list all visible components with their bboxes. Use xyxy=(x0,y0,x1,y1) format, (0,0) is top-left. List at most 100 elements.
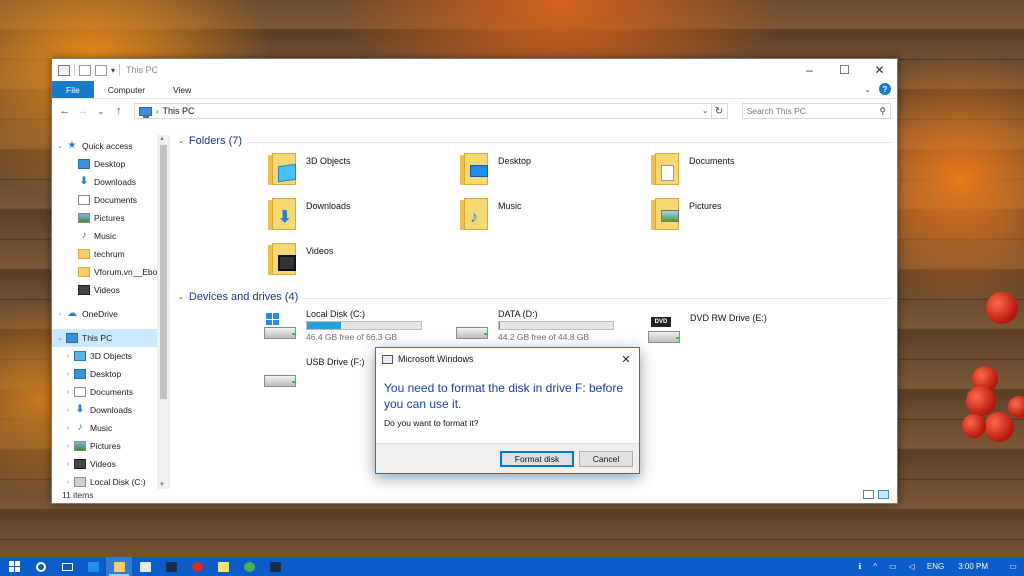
sidebar-item-label: techrum xyxy=(94,249,125,259)
people-icon[interactable]: ℹ xyxy=(852,562,867,571)
taskbar-app-file-explorer[interactable] xyxy=(106,557,132,576)
sidebar-item-documents[interactable]: › Documents xyxy=(52,383,170,401)
search-box[interactable]: Search This PC ⚲ xyxy=(741,103,892,119)
expand-chevron-icon[interactable]: ⌄ xyxy=(54,334,66,342)
berry-decoration xyxy=(984,412,1014,442)
taskbar-app-store[interactable] xyxy=(132,557,158,576)
sidebar-item-music[interactable]: ♪ Music xyxy=(52,227,170,245)
collapse-chevron-icon[interactable]: ⌄ xyxy=(178,293,184,301)
drive-info: Local Disk (C:) 46.4 GB free of 66.3 GB xyxy=(306,309,422,342)
maximize-button[interactable]: ☐ xyxy=(827,59,862,81)
sidebar-item-downloads[interactable]: ⬇Downloads⊥ xyxy=(52,173,170,191)
sidebar-item-pictures[interactable]: Pictures⊥ xyxy=(52,209,170,227)
folder-tile-videos[interactable]: Videos xyxy=(268,243,333,275)
drive-tile-dvd[interactable]: DVD DVD RW Drive (E:) xyxy=(648,313,767,343)
sidebar-item-desktop[interactable]: › Desktop xyxy=(52,365,170,383)
up-button[interactable]: ↑ xyxy=(112,105,126,117)
cancel-button[interactable]: Cancel xyxy=(579,451,633,467)
sidebar-item-quick-access[interactable]: ⌄ ★ Quick access xyxy=(52,137,170,155)
sidebar-item-3d-objects[interactable]: › 3D Objects xyxy=(52,347,170,365)
folder-tile-documents[interactable]: Documents xyxy=(651,153,735,185)
expand-chevron-icon[interactable]: › xyxy=(62,407,74,414)
network-icon[interactable]: ▭ xyxy=(883,562,903,571)
action-center-icon[interactable]: ▭ xyxy=(1002,562,1024,571)
sidebar-item-techrum[interactable]: techrum xyxy=(52,245,170,263)
volume-icon[interactable]: ◁ xyxy=(903,562,921,571)
sidebar-item-desktop[interactable]: Desktop⊥ xyxy=(52,155,170,173)
customize-toolbar-chevron-icon[interactable]: ▾ xyxy=(111,66,115,75)
breadcrumb-this-pc[interactable]: This PC xyxy=(162,106,194,116)
sidebar-item-vforum-vn-ebo[interactable]: Vforum.vn__Ebo xyxy=(52,263,170,281)
sidebar-item-music[interactable]: › ♪ Music xyxy=(52,419,170,437)
sidebar-item-pictures[interactable]: › Pictures xyxy=(52,437,170,455)
sidebar-item-label: This PC xyxy=(82,333,113,343)
language-indicator[interactable]: ENG xyxy=(921,562,950,571)
expand-chevron-icon[interactable]: ⌄ xyxy=(54,142,66,150)
taskbar-app-edge[interactable] xyxy=(80,557,106,576)
expand-chevron-icon[interactable]: › xyxy=(62,461,74,468)
sidebar-item-this-pc[interactable]: ⌄ This PC xyxy=(52,329,170,347)
expand-chevron-icon[interactable]: › xyxy=(62,443,74,450)
format-disk-button[interactable]: Format disk xyxy=(500,451,574,467)
expand-chevron-icon[interactable]: › xyxy=(62,353,74,360)
sidebar-item-documents[interactable]: Documents⊥ xyxy=(52,191,170,209)
dialog-close-button[interactable]: ✕ xyxy=(613,348,639,370)
folder-tile-3d-objects[interactable]: 3D Objects xyxy=(268,153,351,185)
address-history-chevron-icon[interactable]: ⌄ xyxy=(702,106,709,115)
forward-button[interactable]: → xyxy=(76,105,90,117)
address-bar[interactable]: › This PC ⌄ ↻ xyxy=(133,103,728,119)
tab-computer[interactable]: Computer xyxy=(94,81,159,98)
taskbar-app-sticky-notes[interactable] xyxy=(210,557,236,576)
expand-chevron-icon[interactable]: › xyxy=(54,311,66,318)
view-switcher xyxy=(863,490,889,499)
collapse-chevron-icon[interactable]: ⌄ xyxy=(178,137,184,145)
task-view-button[interactable] xyxy=(54,557,80,576)
sidebar-item-downloads[interactable]: › ⬇ Downloads xyxy=(52,401,170,419)
minimize-button[interactable]: – xyxy=(792,59,827,81)
cortana-button[interactable] xyxy=(28,557,54,576)
expand-chevron-icon[interactable]: › xyxy=(62,371,74,378)
folder-tile-downloads[interactable]: ⬇ Downloads xyxy=(268,198,351,230)
folders-group-header[interactable]: ⌄ Folders (7) xyxy=(178,135,242,147)
large-icons-view-icon[interactable] xyxy=(878,490,889,499)
taskbar-app-photoshop-2[interactable] xyxy=(262,557,288,576)
folder-tile-desktop[interactable]: Desktop xyxy=(460,153,531,185)
scroll-up-arrow-icon[interactable]: ▲ xyxy=(159,136,165,142)
berry-decoration xyxy=(962,414,986,438)
this-pc-icon[interactable] xyxy=(58,64,70,76)
folder-tile-music[interactable]: ♪ Music xyxy=(460,198,522,230)
expand-chevron-icon[interactable]: › xyxy=(62,479,74,486)
drive-tile-data[interactable]: DATA (D:) 44.2 GB free of 44.8 GB xyxy=(456,309,614,342)
tab-file[interactable]: File xyxy=(52,81,94,98)
recent-locations-chevron-icon[interactable]: ⌄ xyxy=(94,107,108,116)
breadcrumb-separator[interactable]: › xyxy=(156,107,159,116)
show-hidden-icons-chevron-icon[interactable]: ^ xyxy=(867,562,883,571)
expand-chevron-icon[interactable]: › xyxy=(62,425,74,432)
back-button[interactable]: ← xyxy=(58,105,72,117)
sidebar-item-videos[interactable]: › Videos xyxy=(52,455,170,473)
close-button[interactable]: ✕ xyxy=(862,59,897,81)
devices-group-header[interactable]: ⌄ Devices and drives (4) xyxy=(178,291,298,303)
sidebar-item-onedrive[interactable]: › ☁ OneDrive xyxy=(52,305,170,323)
details-view-icon[interactable] xyxy=(863,490,874,499)
search-icon[interactable]: ⚲ xyxy=(879,106,886,117)
clock[interactable]: 3:00 PM xyxy=(950,562,1002,571)
taskbar-app-app-red[interactable] xyxy=(184,557,210,576)
properties-icon[interactable] xyxy=(79,64,91,76)
taskbar-app-chrome[interactable] xyxy=(236,557,262,576)
expand-chevron-icon[interactable]: › xyxy=(62,389,74,396)
drive-tile-system[interactable]: Local Disk (C:) 46.4 GB free of 66.3 GB xyxy=(264,309,422,342)
expand-ribbon-chevron-icon[interactable]: ⌄ xyxy=(864,85,871,94)
refresh-button[interactable]: ↻ xyxy=(710,103,727,119)
new-folder-icon[interactable] xyxy=(95,64,107,76)
search-input[interactable]: Search This PC xyxy=(747,106,806,116)
sidebar-item-videos[interactable]: Videos xyxy=(52,281,170,299)
folder-tile-pictures[interactable]: Pictures xyxy=(651,198,722,230)
taskbar-app-photoshop-1[interactable] xyxy=(158,557,184,576)
scrollbar-thumb[interactable] xyxy=(160,145,167,399)
start-button[interactable] xyxy=(0,557,28,576)
tab-view[interactable]: View xyxy=(159,81,205,98)
navigation-pane-scrollbar[interactable]: ▲ ▼ xyxy=(157,135,170,489)
help-icon[interactable]: ? xyxy=(879,83,891,95)
drive-tile-usb[interactable]: USB Drive (F:) xyxy=(264,357,365,387)
